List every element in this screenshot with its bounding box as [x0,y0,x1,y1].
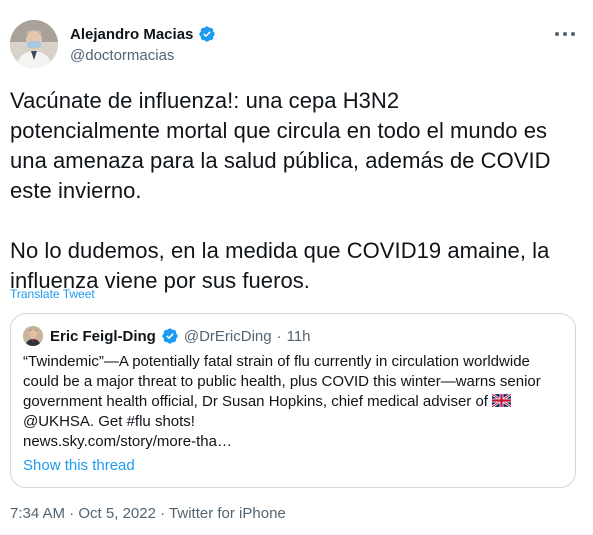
author-avatar[interactable] [10,20,58,68]
more-options-button[interactable] [555,27,575,41]
author-name[interactable]: Alejandro Macias [70,26,193,43]
author-handle[interactable]: @doctormacias [70,47,174,64]
quoted-tweet[interactable]: Eric Feigl-Ding @DrEricDing · 11h “Twind… [10,313,576,488]
quoted-text-line-with-flag: government health official, Dr Susan Hop… [23,392,568,412]
tweet-footer: 7:34 AM · Oct 5, 2022 · Twitter for iPho… [10,505,286,522]
author-name-row: Alejandro Macias [70,25,216,43]
quoted-tweet-header: Eric Feigl-Ding @DrEricDing · 11h [23,326,311,346]
more-dot-icon [563,32,567,36]
tweet-card: Alejandro Macias @doctormacias Vacúnate … [0,0,593,535]
translate-tweet-link[interactable]: Translate Tweet [10,287,95,301]
person-avatar-icon [10,20,58,68]
quoted-author-avatar[interactable] [23,326,43,346]
quoted-text-line: @UKHSA. Get #flu shots! [23,413,195,430]
uk-flag-icon [491,393,512,408]
quoted-text-line: “Twindemic”—A potentially fatal strain o… [23,353,530,370]
more-dot-icon [555,32,559,36]
quoted-link[interactable]: news.sky.com/story/more-tha… [23,432,568,452]
quoted-tweet-text: “Twindemic”—A potentially fatal strain o… [23,352,568,452]
meta-separator: · [276,327,282,345]
verified-badge-icon [198,25,216,43]
tweet-time[interactable]: 7:34 AM [10,505,65,522]
quoted-text-line: government health official, Dr Susan Hop… [23,393,488,410]
quoted-author-handle[interactable]: @DrEricDing [184,328,272,345]
quoted-author-name[interactable]: Eric Feigl-Ding [50,328,156,345]
tweet-source[interactable]: Twitter for iPhone [169,505,286,522]
quoted-tweet-time[interactable]: 11h [287,328,311,345]
quoted-text-line: could be a major threat to public health… [23,373,541,390]
tweet-text: Vacúnate de influenza!: una cepa H3N2 po… [10,88,551,293]
meta-separator: · [69,505,75,522]
tweet-date[interactable]: Oct 5, 2022 [78,505,156,522]
more-dot-icon [571,32,575,36]
show-thread-link[interactable]: Show this thread [23,457,135,474]
person-avatar-icon [23,326,43,346]
verified-badge-icon [161,327,179,345]
meta-separator: · [160,505,166,522]
